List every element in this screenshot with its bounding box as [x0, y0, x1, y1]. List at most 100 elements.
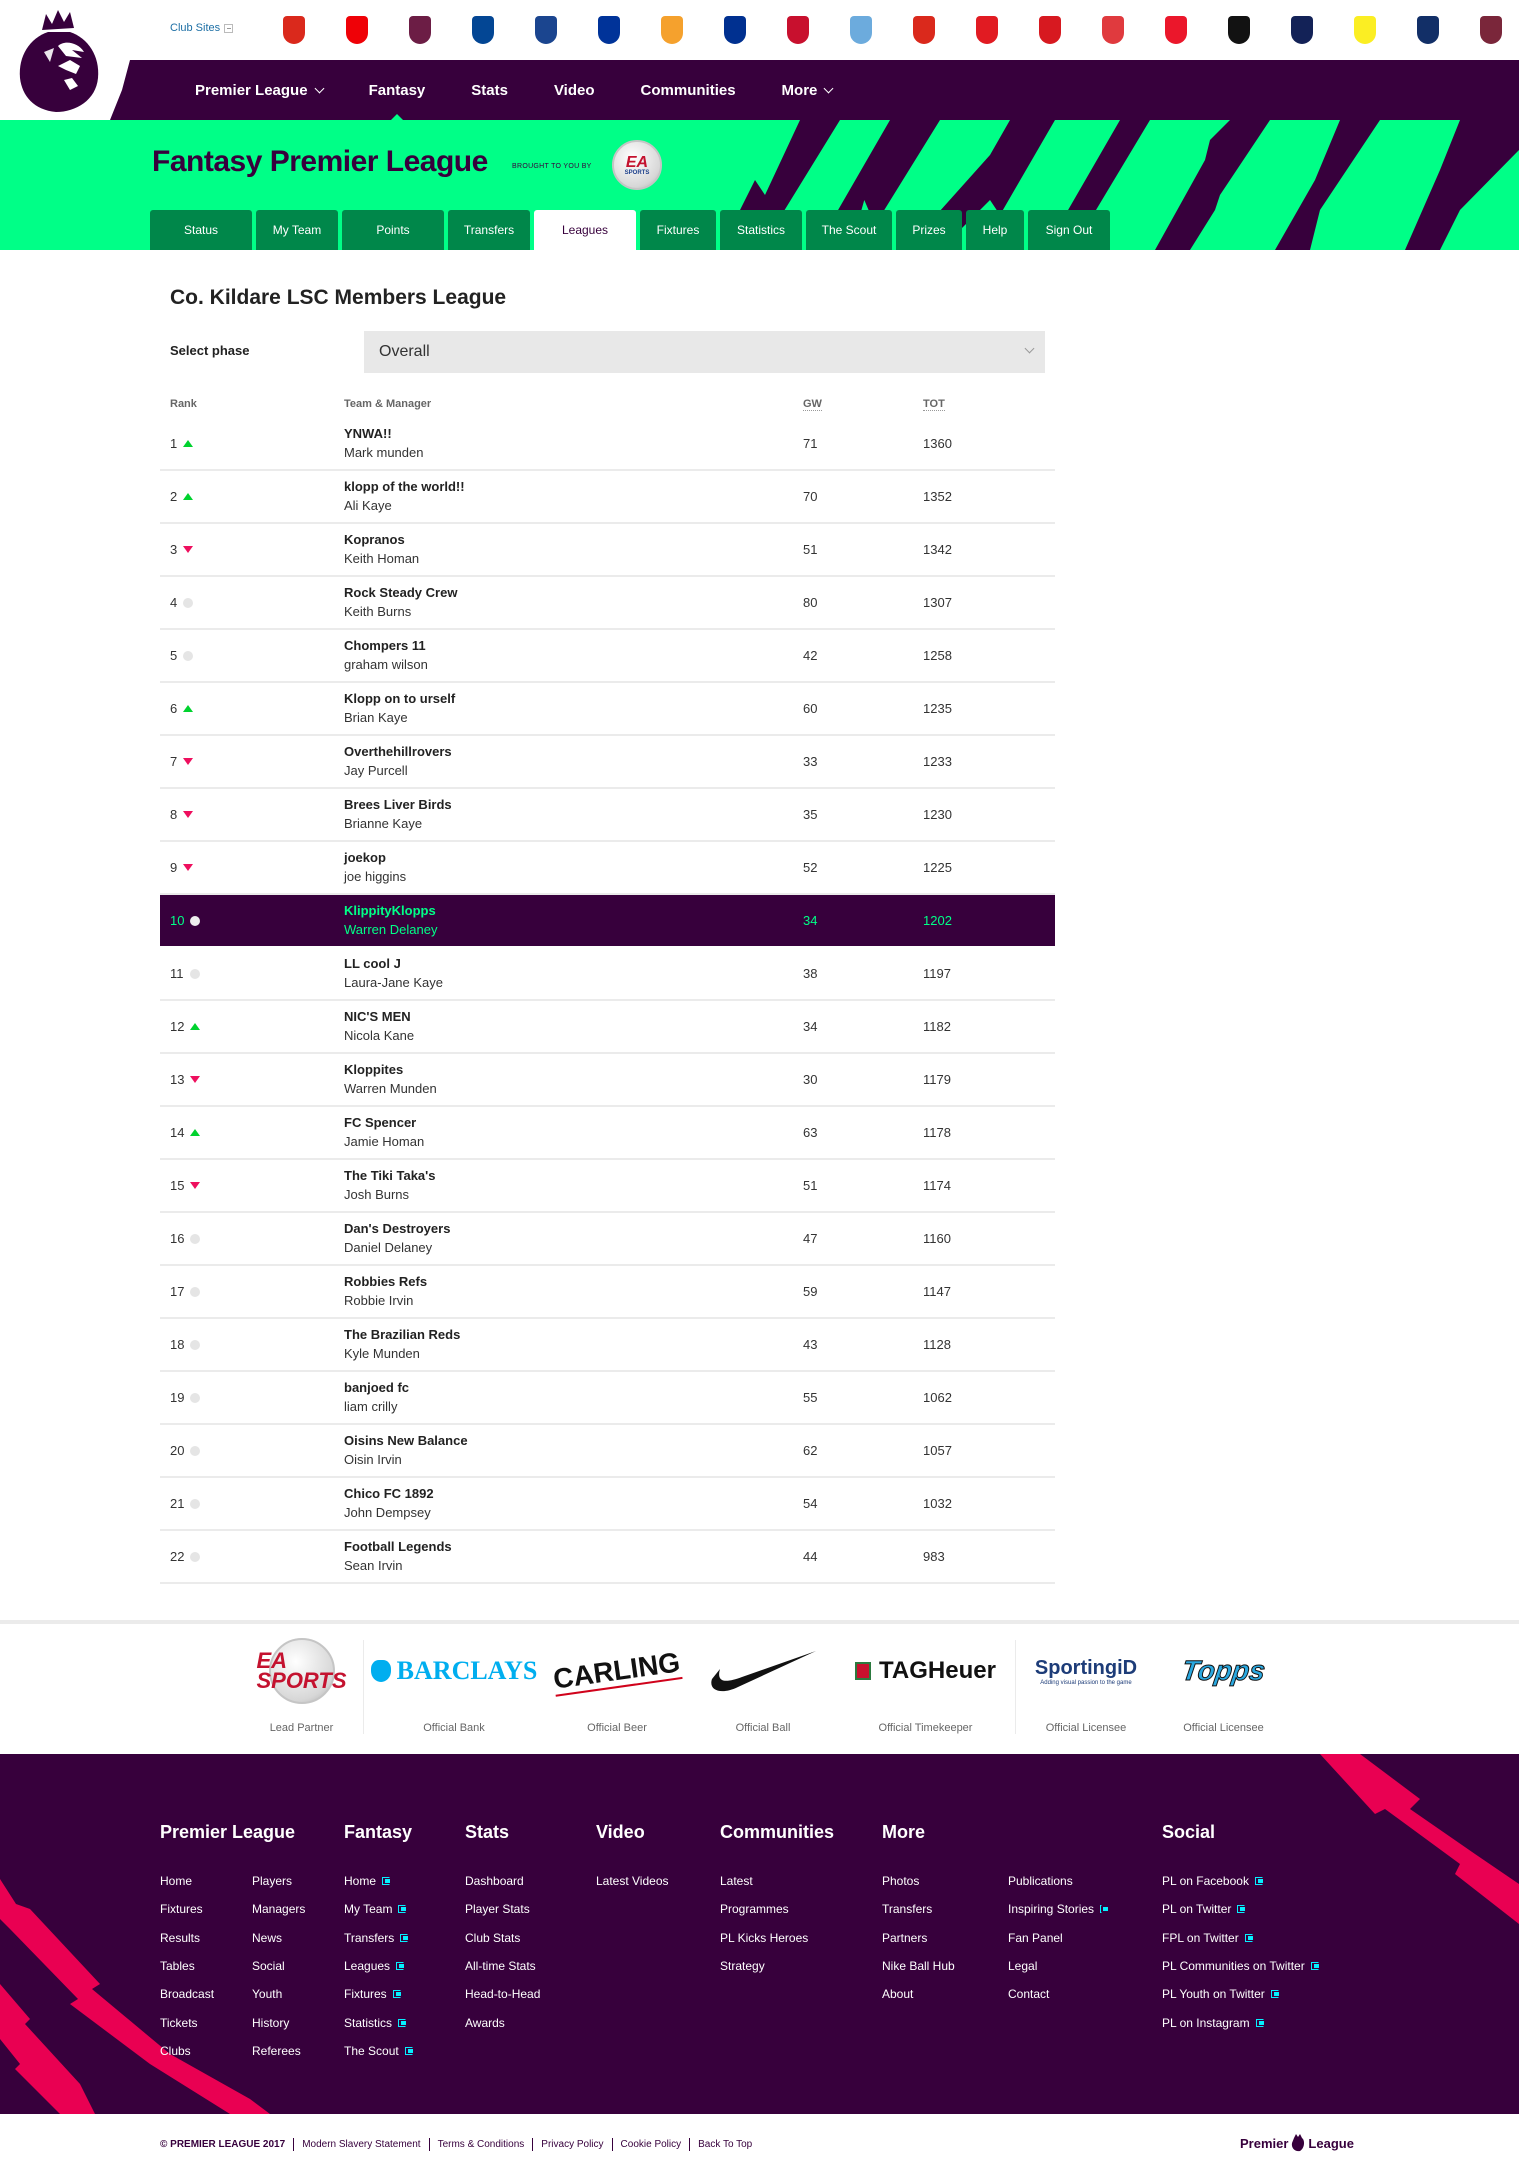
sponsor-tag-heuer[interactable]: TAGHeuer Official Timekeeper [836, 1640, 1016, 1734]
footer-link[interactable]: PL on Facebook [1162, 1867, 1319, 1895]
tab-leagues[interactable]: Leagues [534, 210, 636, 250]
footer-link[interactable]: Nike Ball Hub [882, 1952, 955, 1980]
footer-link[interactable]: FPL on Twitter [1162, 1924, 1319, 1952]
footer-link[interactable]: Head-to-Head [465, 1980, 540, 2008]
sponsor-nike[interactable]: Official Ball [690, 1640, 836, 1734]
footer-link[interactable]: Clubs [160, 2037, 220, 2065]
table-row[interactable]: 7 Overthehillrovers Jay Purcell 33 1233 [160, 736, 1055, 789]
team-name-link[interactable]: Chompers 11 [344, 638, 426, 653]
premier-league-wordmark[interactable]: Premier League [1240, 2134, 1354, 2152]
footer-link[interactable]: PL Kicks Heroes [720, 1924, 808, 1952]
team-name-link[interactable]: Football Legends [344, 1539, 452, 1554]
footer-link[interactable]: Inspiring Stories [1008, 1895, 1109, 1923]
table-row[interactable]: 6 Klopp on to urself Brian Kaye 60 1235 [160, 683, 1055, 736]
club-crest-link[interactable] [577, 12, 640, 48]
footer-link[interactable]: Latest [720, 1867, 808, 1895]
table-row[interactable]: 3 Kopranos Keith Homan 51 1342 [160, 524, 1055, 577]
table-row[interactable]: 16 Dan's Destroyers Daniel Delaney 47 1160 [160, 1213, 1055, 1266]
table-row[interactable]: 5 Chompers 11 graham wilson 42 1258 [160, 630, 1055, 683]
team-name-link[interactable]: Kopranos [344, 532, 405, 547]
footer-link[interactable]: All-time Stats [465, 1952, 540, 1980]
team-name-link[interactable]: banjoed fc [344, 1380, 409, 1395]
footer-link[interactable]: PL on Twitter [1162, 1895, 1319, 1923]
tab-statistics[interactable]: Statistics [720, 210, 802, 250]
footer-link[interactable]: Statistics [344, 2008, 413, 2036]
club-crest-link[interactable] [1459, 12, 1519, 48]
table-row[interactable]: 20 Oisins New Balance Oisin Irvin 62 1057 [160, 1425, 1055, 1478]
footer-link[interactable]: History [252, 2008, 312, 2036]
team-name-link[interactable]: klopp of the world!! [344, 479, 465, 494]
sponsor-carling[interactable]: CARLING Official Beer [544, 1640, 690, 1734]
team-name-link[interactable]: Oisins New Balance [344, 1433, 468, 1448]
team-name-link[interactable]: Rock Steady Crew [344, 585, 457, 600]
nav-item[interactable]: Communities [641, 60, 736, 120]
team-name-link[interactable]: YNWA!! [344, 426, 392, 441]
tab-sign-out[interactable]: Sign Out [1028, 210, 1110, 250]
footer-link[interactable]: The Scout [344, 2037, 413, 2065]
footer-link[interactable]: Fixtures [160, 1895, 220, 1923]
footer-link[interactable]: Contact [1008, 1980, 1068, 2008]
table-row[interactable]: 15 The Tiki Taka's Josh Burns 51 1174 [160, 1160, 1055, 1213]
team-name-link[interactable]: The Tiki Taka's [344, 1168, 435, 1183]
footer-link[interactable]: Dashboard [465, 1867, 540, 1895]
footer-link[interactable]: PL Youth on Twitter [1162, 1980, 1319, 2008]
footer-link[interactable]: My Team [344, 1895, 413, 1923]
club-crest-link[interactable] [388, 12, 451, 48]
club-crest-link[interactable] [1081, 12, 1144, 48]
club-crest-link[interactable] [1333, 12, 1396, 48]
legal-link[interactable]: Privacy Policy [532, 2138, 611, 2151]
nav-item[interactable]: Premier League [195, 60, 325, 120]
footer-link[interactable]: Player Stats [465, 1895, 540, 1923]
table-row[interactable]: 9 joekop joe higgins 52 1225 [160, 842, 1055, 895]
club-crest-link[interactable] [1207, 12, 1270, 48]
tab-points[interactable]: Points [342, 210, 444, 250]
table-row[interactable]: 8 Brees Liver Birds Brianne Kaye 35 1230 [160, 789, 1055, 842]
nav-item[interactable]: Video [554, 60, 595, 120]
footer-link[interactable]: Awards [465, 2008, 540, 2036]
team-name-link[interactable]: Kloppites [344, 1062, 403, 1077]
club-crest-link[interactable] [262, 12, 325, 48]
sponsor-ea-sports[interactable]: EA SPORTS Lead Partner [240, 1638, 364, 1734]
club-sites-link[interactable]: Club Sites [170, 22, 234, 34]
tab-status[interactable]: Status [150, 210, 252, 250]
footer-link[interactable]: Players [252, 1867, 312, 1895]
footer-link[interactable]: Referees [252, 2037, 312, 2065]
team-name-link[interactable]: Klopp on to urself [344, 691, 455, 706]
table-row[interactable]: 1 YNWA!! Mark munden 71 1360 [160, 418, 1055, 471]
team-name-link[interactable]: Robbies Refs [344, 1274, 427, 1289]
team-name-link[interactable]: Overthehillrovers [344, 744, 452, 759]
footer-link[interactable]: Publications [1008, 1867, 1073, 1895]
sponsor-sportingid[interactable]: SportingiD Adding visual passion to the … [1016, 1640, 1156, 1735]
footer-link[interactable]: Legal [1008, 1952, 1068, 1980]
footer-link[interactable]: Leagues [344, 1952, 413, 1980]
club-crest-link[interactable] [451, 12, 514, 48]
footer-link[interactable]: Broadcast [160, 1980, 220, 2008]
team-name-link[interactable]: joekop [344, 850, 386, 865]
team-name-link[interactable]: The Brazilian Reds [344, 1327, 460, 1342]
team-name-link[interactable]: Brees Liver Birds [344, 797, 452, 812]
footer-link[interactable]: Programmes [720, 1895, 808, 1923]
club-crest-link[interactable] [325, 12, 388, 48]
footer-link[interactable]: Home [160, 1867, 220, 1895]
col-gw[interactable]: GW [803, 398, 822, 411]
table-row[interactable]: 4 Rock Steady Crew Keith Burns 80 1307 [160, 577, 1055, 630]
tab-help[interactable]: Help [966, 210, 1024, 250]
phase-select[interactable]: Overall [364, 331, 1045, 373]
nav-item[interactable]: Fantasy [369, 60, 425, 120]
footer-link[interactable]: Fixtures [344, 1980, 413, 2008]
club-crest-link[interactable] [1396, 12, 1459, 48]
team-name-link[interactable]: KlippityKlopps [344, 903, 436, 918]
footer-link[interactable]: Managers [252, 1895, 312, 1923]
table-row[interactable]: 17 Robbies Refs Robbie Irvin 59 1147 [160, 1266, 1055, 1319]
footer-link[interactable]: Transfers [344, 1924, 413, 1952]
team-name-link[interactable]: NIC'S MEN [344, 1009, 411, 1024]
nav-item[interactable]: More [782, 60, 834, 120]
table-row[interactable]: 12 NIC'S MEN Nicola Kane 34 1182 [160, 1001, 1055, 1054]
club-crest-link[interactable] [892, 12, 955, 48]
table-row[interactable]: 11 LL cool J Laura-Jane Kaye 38 1197 [160, 948, 1055, 1001]
footer-link[interactable]: Tickets [160, 2008, 220, 2036]
table-row[interactable]: 21 Chico FC 1892 John Dempsey 54 1032 [160, 1478, 1055, 1531]
team-name-link[interactable]: Dan's Destroyers [344, 1221, 450, 1236]
club-crest-link[interactable] [514, 12, 577, 48]
tab-fixtures[interactable]: Fixtures [640, 210, 716, 250]
